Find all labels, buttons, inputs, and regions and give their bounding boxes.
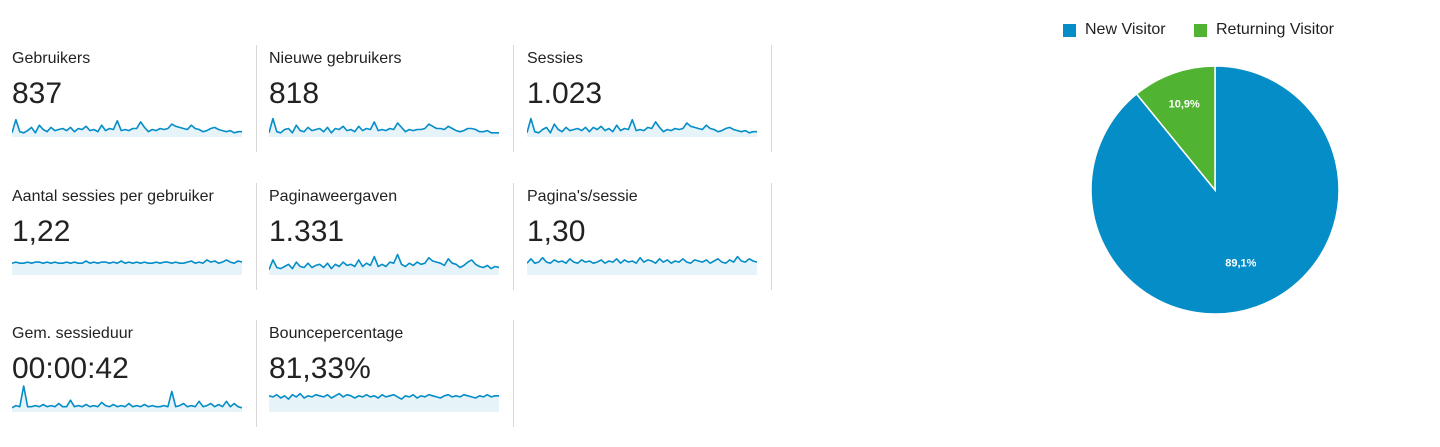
legend-swatch — [1063, 24, 1076, 37]
pie-data-label: 10,9% — [1169, 99, 1200, 111]
metric-card-sessions-per-user[interactable]: Aantal sessies per gebruiker 1,22 — [0, 183, 257, 290]
metric-value: 818 — [269, 77, 320, 110]
sparkline-area — [12, 119, 242, 137]
metric-sparkline — [269, 253, 499, 275]
metric-label: Gem. sessieduur — [12, 325, 133, 342]
sparkline-area — [269, 118, 499, 137]
metric-value: 00:00:42 — [12, 352, 129, 385]
sparkline-line — [527, 117, 757, 134]
legend-label: New Visitor — [1085, 21, 1166, 38]
metric-sparkline — [269, 392, 499, 412]
metric-label: Paginaweergaven — [269, 188, 398, 205]
legend-swatch — [1194, 24, 1207, 37]
metric-label: Pagina's/sessie — [527, 188, 638, 205]
metric-label: Nieuwe gebruikers — [269, 50, 402, 67]
metric-sparkline — [12, 259, 242, 275]
metric-sparkline — [269, 117, 499, 137]
metric-value: 81,33% — [269, 352, 371, 385]
metric-value: 837 — [12, 77, 63, 110]
metric-value: 1,30 — [527, 215, 586, 248]
metric-sparkline — [12, 118, 242, 137]
metric-card-pageviews[interactable]: Paginaweergaven 1.331 — [257, 183, 514, 290]
metric-label: Gebruikers — [12, 50, 91, 67]
pie-data-label: 89,1% — [1225, 257, 1256, 269]
metric-sparkline — [527, 255, 757, 275]
metric-value: 1,22 — [12, 215, 71, 248]
metric-label: Aantal sessies per gebruiker — [12, 188, 214, 205]
metric-card-bounce-rate[interactable]: Bouncepercentage 81,33% — [257, 320, 514, 427]
metric-sparkline — [12, 385, 242, 412]
metric-card-pages-per-session[interactable]: Pagina's/sessie 1,30 — [515, 183, 772, 290]
legend-label: Returning Visitor — [1216, 21, 1334, 38]
visitor-pie-chart: 89,1% 10,9% — [1090, 65, 1340, 315]
sparkline-area — [527, 118, 757, 137]
sparkline-line — [269, 117, 499, 134]
metric-card-new-users[interactable]: Nieuwe gebruikers 818 — [257, 45, 514, 152]
sparkline-line — [12, 118, 242, 134]
metric-label: Sessies — [527, 50, 584, 67]
metric-value: 1.023 — [527, 77, 603, 110]
metric-card-avg-session-duration[interactable]: Gem. sessieduur 00:00:42 — [0, 320, 257, 427]
metric-value: 1.331 — [269, 215, 345, 248]
metric-sparkline — [527, 117, 757, 137]
metric-card-sessions[interactable]: Sessies 1.023 — [515, 45, 772, 152]
metric-label: Bouncepercentage — [269, 325, 404, 342]
sparkline-line — [12, 385, 242, 409]
sparkline-area — [12, 386, 242, 412]
metric-card-users[interactable]: Gebruikers 837 — [0, 45, 257, 152]
